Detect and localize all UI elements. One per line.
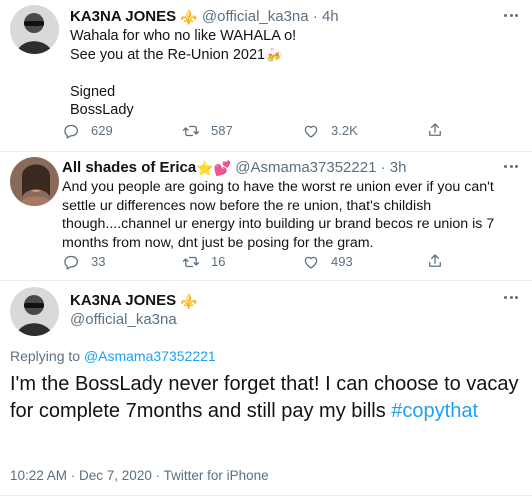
verified-emoji: ⚜️	[180, 293, 198, 309]
avatar[interactable]	[10, 5, 59, 54]
tweet-line: Signed	[70, 83, 116, 100]
tweet-line: BossLady	[70, 102, 134, 118]
avatar[interactable]	[10, 287, 59, 336]
share-icon	[429, 123, 441, 136]
tweet-line: See you at the Re-Union 2021	[70, 46, 266, 63]
mention-link[interactable]: @Asmama37352221	[84, 348, 216, 364]
tweet-header: All shades of Erica⭐💕 @Asmama37352221 · …	[62, 159, 406, 177]
tweet-time[interactable]: 3h	[390, 159, 407, 176]
verified-emoji: ⚜️	[180, 9, 198, 25]
avatar[interactable]	[10, 157, 59, 206]
reply-count: 629	[91, 123, 113, 138]
display-name[interactable]: All shades of Erica	[62, 159, 196, 176]
tweet-text: And you people are going to have the wor…	[62, 179, 495, 251]
more-icon[interactable]	[504, 164, 522, 170]
reply-button[interactable]: 33	[62, 252, 105, 272]
replying-label: Replying to	[10, 348, 81, 364]
display-name[interactable]: KA3NA JONES	[70, 8, 176, 25]
share-button[interactable]	[426, 252, 444, 270]
avatar-image	[10, 157, 59, 206]
avatar-image	[10, 287, 59, 336]
star-heart-emoji: ⭐💕	[196, 160, 232, 176]
share-button[interactable]	[426, 121, 444, 139]
avatar-image	[10, 5, 59, 54]
retweet-count: 587	[211, 123, 233, 138]
tweet-timestamp[interactable]: 10:22 AM · Dec 7, 2020 · Twitter for iPh…	[10, 467, 269, 485]
main-tweet-text: I'm the BossLady never forget that! I ca…	[10, 371, 522, 424]
main-handle-row: @official_ka3na	[70, 311, 177, 329]
tweet-header: KA3NA JONES ⚜️ @official_ka3na · 4h	[70, 8, 339, 26]
retweet-icon	[182, 256, 200, 268]
separator-dot: ·	[380, 159, 386, 176]
retweet-count: 16	[211, 254, 226, 269]
like-icon	[304, 125, 318, 138]
tweet-text: Wahala for who no like WAHALA o! See you…	[70, 27, 510, 120]
more-icon[interactable]	[504, 295, 522, 301]
replying-to: Replying to @Asmama37352221	[10, 347, 216, 365]
like-count: 3.2K	[331, 123, 358, 138]
display-name[interactable]: KA3NA JONES	[70, 292, 176, 309]
share-icon	[429, 254, 441, 267]
user-handle[interactable]: @Asmama37352221	[235, 159, 376, 176]
retweet-button[interactable]: 587	[182, 121, 233, 141]
tweet-time[interactable]: 4h	[322, 8, 339, 25]
hashtag-link[interactable]: #copythat	[391, 400, 478, 422]
user-handle[interactable]: @official_ka3na	[70, 311, 177, 328]
reply-icon	[64, 124, 78, 139]
main-display-name-row: KA3NA JONES ⚜️	[70, 292, 198, 310]
reply-button[interactable]: 629	[62, 121, 113, 141]
like-count: 493	[331, 254, 353, 269]
retweet-button[interactable]: 16	[182, 252, 225, 272]
retweet-icon	[182, 125, 200, 137]
reply-count: 33	[91, 254, 106, 269]
like-icon	[304, 256, 318, 269]
user-handle[interactable]: @official_ka3na	[202, 8, 309, 25]
reply-icon	[64, 255, 78, 270]
tweet-line: Wahala for who no like WAHALA o!	[70, 28, 297, 44]
more-icon[interactable]	[504, 13, 522, 19]
tweet-actions: 629 587 3.2K	[62, 121, 462, 141]
like-button[interactable]: 3.2K	[302, 121, 358, 141]
tweet-actions: 33 16 493	[62, 252, 462, 272]
beer-emoji: 🍻	[265, 46, 283, 63]
separator-dot: ·	[312, 8, 318, 25]
tweet-2[interactable]: All shades of Erica⭐💕 @Asmama37352221 · …	[0, 152, 532, 280]
tweet-1[interactable]: KA3NA JONES ⚜️ @official_ka3na · 4h Waha…	[0, 0, 532, 152]
like-button[interactable]: 493	[302, 252, 353, 272]
